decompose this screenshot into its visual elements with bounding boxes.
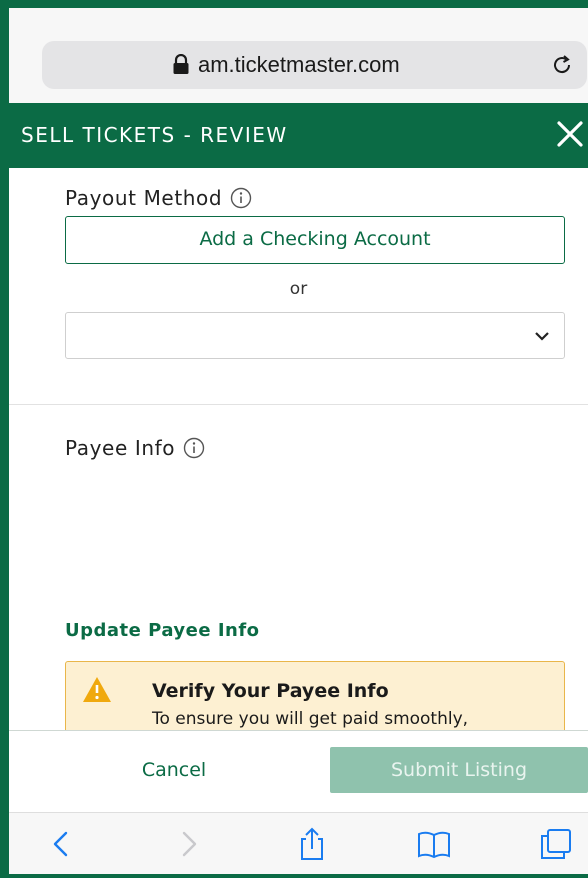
review-content: Payout Method Add a Checking Account or … <box>9 168 588 730</box>
info-icon[interactable] <box>183 437 205 459</box>
lock-icon <box>173 54 189 74</box>
share-icon[interactable] <box>295 827 329 861</box>
alert-title: Verify Your Payee Info <box>152 680 389 702</box>
or-separator: or <box>289 279 308 299</box>
url-field[interactable]: am.ticketmaster.com <box>42 41 587 89</box>
payee-info-heading: Payee Info <box>65 436 205 460</box>
cancel-button[interactable]: Cancel <box>69 747 279 793</box>
update-payee-info-link[interactable]: Update Payee Info <box>65 620 260 641</box>
page-title: SELL TICKETS - REVIEW <box>21 123 288 147</box>
close-icon[interactable] <box>555 119 585 149</box>
payout-method-select[interactable] <box>65 312 565 359</box>
info-icon[interactable] <box>230 187 252 209</box>
page-header: SELL TICKETS - REVIEW <box>9 103 588 168</box>
back-icon[interactable] <box>45 827 79 861</box>
action-footer: Cancel Submit Listing <box>9 730 588 812</box>
warning-icon <box>83 677 111 702</box>
add-checking-account-button[interactable]: Add a Checking Account <box>65 216 565 264</box>
app-frame: am.ticketmaster.com SELL TICKETS - REVIE… <box>0 0 588 878</box>
verify-payee-alert: Verify Your Payee Info To ensure you wil… <box>65 661 565 730</box>
submit-listing-button[interactable]: Submit Listing <box>330 747 588 793</box>
payout-method-title: Payout Method <box>65 186 223 210</box>
browser-address-bar: am.ticketmaster.com <box>9 8 588 103</box>
section-divider <box>9 404 588 405</box>
bookmarks-icon[interactable] <box>417 827 451 861</box>
alert-body: To ensure you will get paid smoothly, <box>152 709 469 729</box>
reload-icon[interactable] <box>550 53 574 77</box>
browser-toolbar <box>9 812 588 874</box>
chevron-down-icon <box>535 332 549 341</box>
tabs-icon[interactable] <box>539 827 573 861</box>
forward-icon[interactable] <box>171 827 205 861</box>
payee-info-title: Payee Info <box>65 436 176 460</box>
url-text: am.ticketmaster.com <box>198 52 400 77</box>
payout-method-heading: Payout Method <box>65 186 252 210</box>
